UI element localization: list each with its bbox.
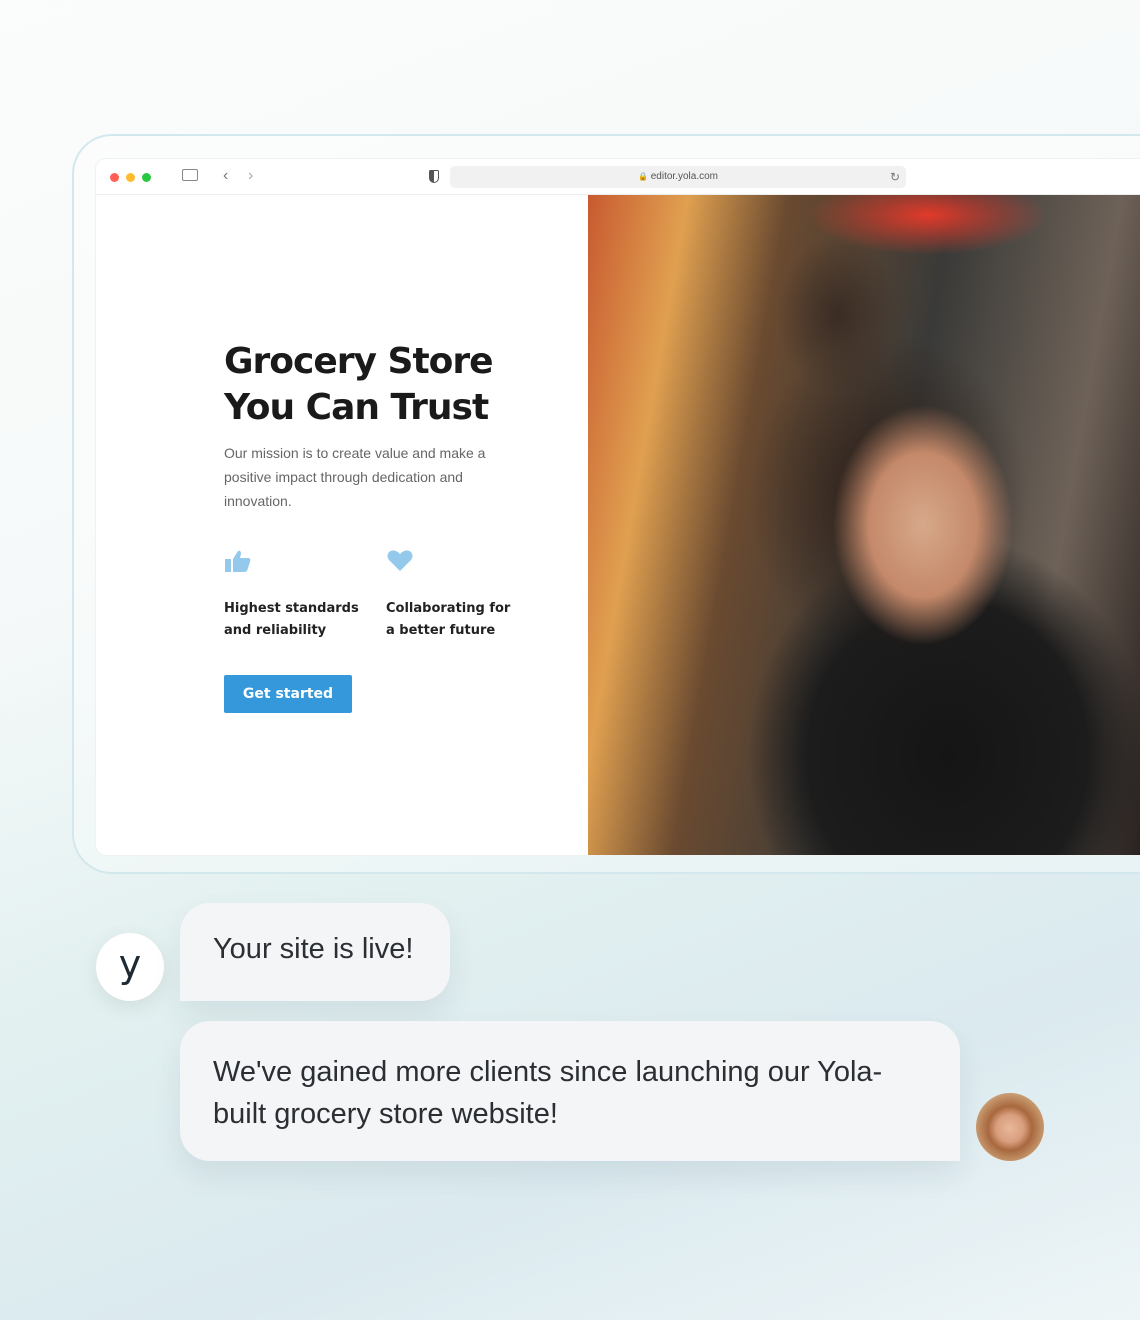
close-window-button[interactable] xyxy=(110,173,119,182)
back-icon[interactable]: ‹ xyxy=(223,167,228,185)
minimize-window-button[interactable] xyxy=(126,173,135,182)
chat-bubble-site-live: Your site is live! xyxy=(180,903,450,1001)
feature-label: and reliability xyxy=(224,623,327,638)
get-started-button[interactable]: Get started xyxy=(224,675,352,713)
yola-logo-avatar: y xyxy=(96,933,164,1001)
hero-photo xyxy=(588,195,1140,855)
maximize-window-button[interactable] xyxy=(142,173,151,182)
reload-icon[interactable]: ↻ xyxy=(890,166,900,188)
hero-content: Grocery Store You Can Trust Our mission i… xyxy=(96,195,588,855)
feature-label: Collaborating for xyxy=(386,601,511,616)
browser-toolbar: ‹ › 🔒 editor.yola.com ↻ xyxy=(96,159,1140,195)
hero-description: Our mission is to create value and make … xyxy=(224,445,486,509)
customer-avatar xyxy=(976,1093,1044,1161)
title-line-1: Grocery Store xyxy=(224,341,494,382)
chat-bubble-testimonial: We've gained more clients since launchin… xyxy=(180,1021,960,1161)
hero-title: Grocery Store You Can Trust xyxy=(224,339,494,431)
shield-icon[interactable] xyxy=(429,170,439,183)
feature-label: a better future xyxy=(386,623,496,638)
address-bar[interactable]: 🔒 editor.yola.com ↻ xyxy=(450,166,906,188)
feature-standards: Highest standards and reliability xyxy=(224,549,374,642)
feature-collaboration: Collaborating for a better future xyxy=(386,549,536,642)
feature-label: Highest standards xyxy=(224,601,359,616)
sidebar-toggle-icon[interactable] xyxy=(182,169,198,181)
browser-window: ‹ › 🔒 editor.yola.com ↻ Grocery Store You… xyxy=(96,159,1140,855)
forward-icon[interactable]: › xyxy=(248,167,253,185)
heart-icon xyxy=(387,550,413,571)
thumbs-up-icon xyxy=(225,550,251,572)
url-text: editor.yola.com xyxy=(650,171,718,182)
title-line-2: You Can Trust xyxy=(224,387,489,428)
lock-icon: 🔒 xyxy=(637,172,648,181)
